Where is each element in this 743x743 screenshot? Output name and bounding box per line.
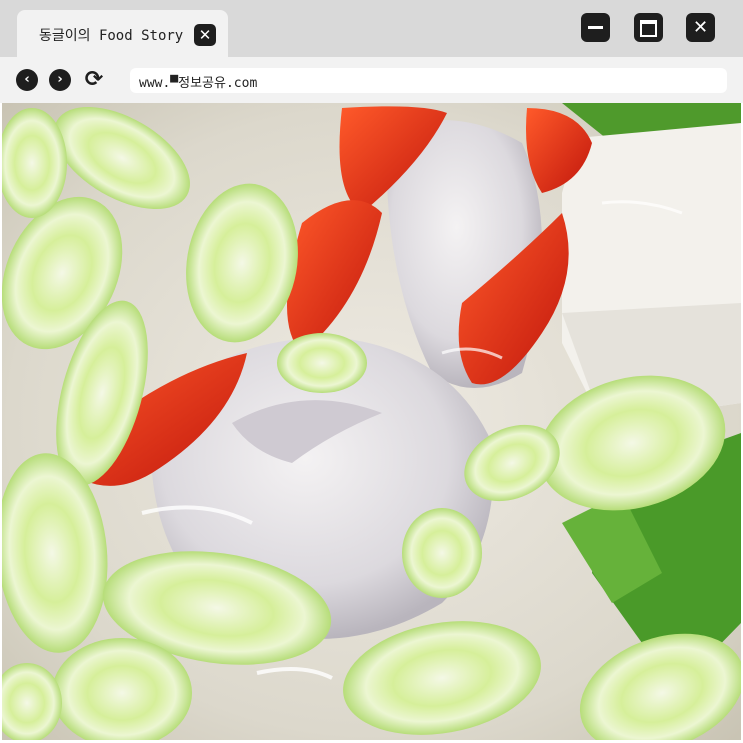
address-bar[interactable]: www.▀정보공유.com (130, 68, 727, 93)
navigation-bar: ‹ › ⟳ www.▀정보공유.com (0, 57, 743, 103)
minimize-icon[interactable] (581, 13, 610, 42)
url-text: www.▀정보공유.com (139, 76, 258, 91)
chevron-left-icon[interactable]: ‹ (16, 69, 38, 91)
page-content (2, 103, 741, 740)
chevron-right-icon[interactable]: › (49, 69, 71, 91)
reload-icon[interactable]: ⟳ (82, 68, 106, 92)
title-bar: 동글이의 Food Story ✕ ✕ (0, 0, 743, 57)
maximize-icon[interactable] (634, 13, 663, 42)
close-icon[interactable]: ✕ (194, 24, 216, 46)
window-close-icon[interactable]: ✕ (686, 13, 715, 42)
fish-soup-photo (2, 103, 741, 740)
tab-title: 동글이의 Food Story (39, 28, 184, 44)
browser-window: 동글이의 Food Story ✕ ✕ ‹ › ⟳ www.▀정보공유.com (0, 0, 743, 743)
browser-tab[interactable]: 동글이의 Food Story ✕ (17, 10, 228, 57)
